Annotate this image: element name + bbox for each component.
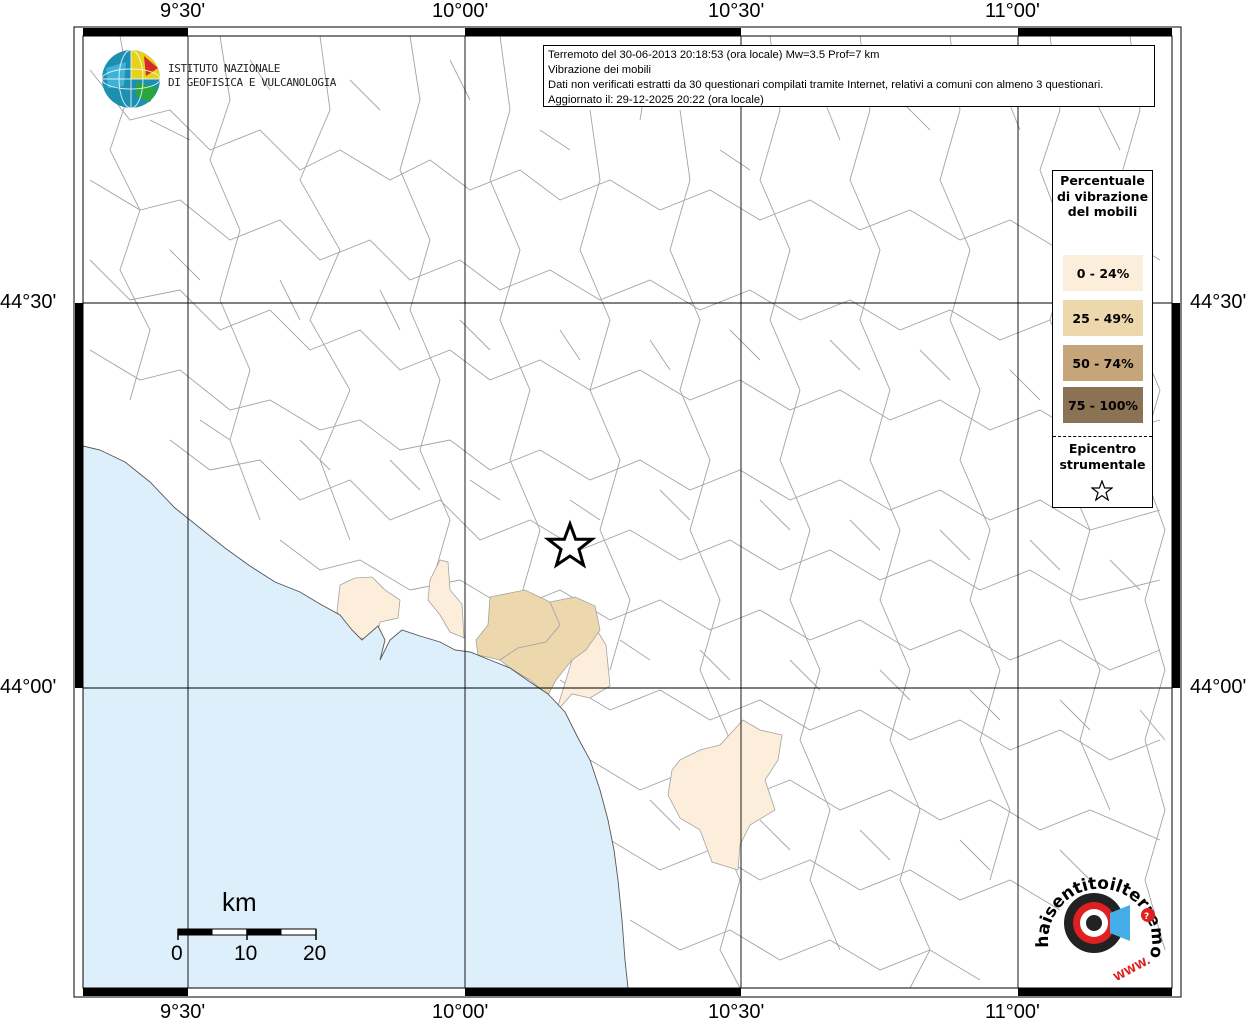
legend-item: 25 - 49% [1063,300,1143,336]
lat-label-right: 44°00' [1190,676,1247,698]
lon-label-bottom: 9°30' [160,1001,206,1023]
lon-label-bottom: 11°00' [985,1001,1040,1023]
legend-epicenter-label: Epicentro strumentale [1059,441,1146,472]
lon-label-top: 10°00' [432,0,489,22]
haisentitoilterremoto-logo: haisentitoilterremoto.it ? WWW. [1030,855,1167,980]
star-outline-icon [1091,480,1113,502]
svg-text:?: ? [1144,912,1149,922]
scale-label: 10 [234,942,258,965]
svg-text:WWW.: WWW. [1111,954,1152,980]
legend-title: Percentuale di vibrazione del mobili [1056,173,1149,219]
scale-unit: km [222,887,257,917]
scale-label: 20 [303,942,327,965]
scale-label: 0 [171,942,183,965]
lon-label-top: 11°00' [985,0,1040,22]
lat-label-left: 44°30' [0,291,57,313]
lat-label-right: 44°30' [1190,291,1247,313]
legend-item: 75 - 100% [1063,387,1143,423]
ingv-name: ISTITUTO NAZIONALE DI GEOFISICA E VULCAN… [168,62,337,89]
update-time: Aggiornato il: 29-12-2025 20:22 (ora loc… [548,94,764,106]
event-title: Terremoto del 30-06-2013 20:18:53 (ora l… [548,49,880,61]
lon-label-top: 9°30' [160,0,206,22]
lat-label-left: 44°00' [0,676,57,698]
legend-divider [1053,436,1152,437]
ingv-globe-logo [101,49,161,109]
event-info-box: Terremoto del 30-06-2013 20:18:53 (ora l… [543,45,1155,107]
data-note: Dati non verificati estratti da 30 quest… [548,79,1104,91]
legend: Percentuale di vibrazione del mobili 0 -… [1052,170,1153,508]
lon-label-bottom: 10°00' [432,1001,489,1023]
legend-item: 0 - 24% [1063,255,1143,291]
lon-label-top: 10°30' [708,0,765,22]
lon-label-bottom: 10°30' [708,1001,765,1023]
event-subtitle: Vibrazione dei mobili [548,64,652,76]
legend-item: 50 - 74% [1063,345,1143,381]
